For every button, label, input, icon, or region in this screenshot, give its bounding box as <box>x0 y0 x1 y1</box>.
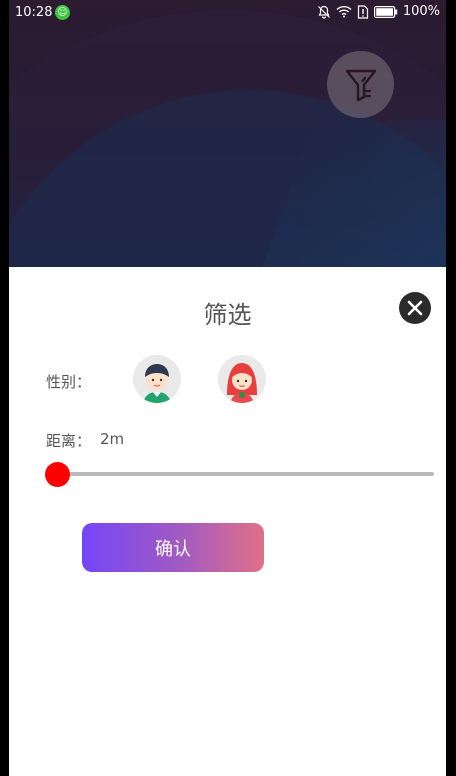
mute-bell-icon <box>317 5 330 19</box>
sheet-title: 筛选 <box>203 301 252 329</box>
sim-alert-icon <box>357 4 368 19</box>
female-avatar-option[interactable] <box>218 355 266 403</box>
battery-icon <box>373 5 398 18</box>
close-button[interactable] <box>399 292 431 324</box>
gender-label: 性别： <box>46 373 92 391</box>
distance-label: 距离： <box>46 432 92 450</box>
filter-button[interactable] <box>327 51 394 118</box>
status-time: 10:28 <box>15 5 53 20</box>
app-screen: 10:28 ☺ 100% 筛选 性别： 距离： 2m 确认 <box>9 0 446 776</box>
confirm-button[interactable]: 确认 <box>82 523 264 572</box>
close-icon <box>407 300 423 316</box>
filter-icon <box>345 69 376 101</box>
distance-slider-thumb[interactable] <box>45 462 70 487</box>
wifi-icon <box>336 5 352 18</box>
battery-percentage: 100% <box>402 4 440 19</box>
distance-value: 2m <box>100 430 125 448</box>
filter-sheet: 筛选 性别： 距离： 2m 确认 <box>9 267 446 776</box>
male-avatar-icon <box>133 355 181 403</box>
header-background <box>9 0 446 267</box>
app-notification-icon: ☺ <box>55 5 70 20</box>
status-right-icons: 100% <box>317 4 440 19</box>
female-avatar-icon <box>218 355 266 403</box>
confirm-button-label: 确认 <box>155 538 191 560</box>
status-bar: 10:28 ☺ 100% <box>9 0 446 26</box>
male-avatar-option[interactable] <box>133 355 181 403</box>
distance-slider-track[interactable] <box>57 472 434 476</box>
